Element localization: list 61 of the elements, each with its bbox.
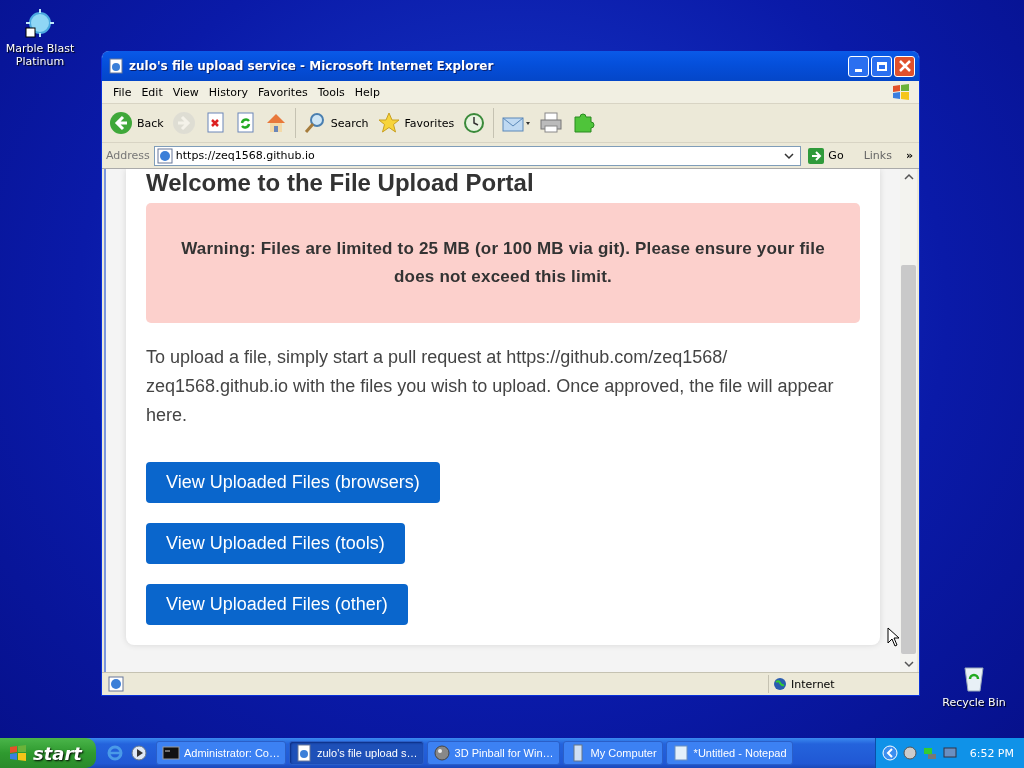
go-button[interactable]: Go	[805, 146, 846, 165]
windows-flag-icon	[891, 82, 911, 102]
maximize-button[interactable]	[871, 55, 892, 77]
scroll-down-icon	[903, 660, 914, 668]
desktop-icon[interactable]: Recycle Bin	[934, 662, 1014, 709]
favorites-button[interactable]: Favorites	[373, 109, 458, 137]
scrollbar-thumb[interactable]	[901, 265, 916, 654]
menu-item[interactable]: History	[203, 85, 253, 99]
instructions-text: To upload a file, simply start a pull request at https://github.com/zeq1568/ zeq1568.github.io with the files you wish to upload. Once approved, the file will appear here.	[146, 346, 835, 427]
back-button[interactable]: Back	[106, 109, 167, 137]
console-icon	[162, 744, 180, 762]
scrollbar[interactable]	[900, 169, 917, 672]
taskbar-button[interactable]: Administrator: Co…	[156, 741, 286, 765]
clock-icon	[462, 111, 487, 135]
browser-page-icon	[108, 58, 124, 74]
search-button[interactable]: Search	[299, 109, 372, 137]
taskbar-button[interactable]: 3D Pinball for Win…	[426, 741, 560, 765]
ball-icon	[432, 744, 451, 762]
chevron-left-icon[interactable]	[881, 745, 898, 761]
dropdown-caret-icon	[784, 151, 795, 160]
more-button[interactable]: »	[905, 149, 913, 162]
printer-icon	[539, 111, 564, 135]
close-icon	[898, 60, 911, 72]
page-icon	[156, 147, 173, 164]
desktop-icon[interactable]: Marble Blast Platinum	[0, 8, 80, 68]
globe-icon	[773, 677, 787, 691]
crystal-ball-icon	[24, 8, 56, 40]
windows-flag-icon	[8, 743, 28, 763]
minimize-button[interactable]	[848, 55, 869, 77]
browser-page-icon	[295, 744, 313, 762]
menu-item[interactable]: Help	[349, 85, 385, 99]
address-field[interactable]: https://zeq1568.github.io	[153, 145, 802, 166]
close-button[interactable]	[894, 55, 915, 77]
menu-item[interactable]: Edit	[136, 85, 168, 99]
url-input[interactable]: https://zeq1568.github.io	[175, 149, 782, 162]
taskbar-button[interactable]: zulo's file upload s…	[289, 741, 424, 765]
taskbar-button[interactable]: My Computer	[562, 741, 663, 765]
search-icon	[302, 111, 327, 135]
clock: 6:52 PM	[969, 746, 1014, 760]
browser-e-icon[interactable]	[106, 744, 124, 762]
page-heading: Welcome to the File Upload Portal	[146, 169, 535, 197]
star-icon	[376, 111, 401, 135]
zone-label: Internet	[791, 677, 835, 691]
monitor-icon[interactable]	[941, 745, 958, 761]
start-button[interactable]: start	[0, 738, 96, 768]
view-files-button[interactable]: View Uploaded Files (tools)	[146, 523, 405, 564]
menu-item[interactable]: Tools	[312, 85, 350, 99]
menu-item[interactable]: Favorites	[253, 85, 313, 99]
media-player-icon[interactable]	[130, 744, 148, 762]
address-label: Address	[106, 149, 150, 162]
view-files-button[interactable]: View Uploaded Files (browsers)	[146, 462, 440, 503]
links-label[interactable]: Links	[863, 149, 892, 162]
page-icon	[108, 676, 124, 692]
puzzle-piece-icon	[571, 111, 596, 135]
window-title: zulo's file upload service - Microsoft Internet Explorer	[129, 59, 495, 73]
warning-message: Warning: Files are limited to 25 MB (or 100 MB via git). Please ensure your file does not exceed this limit.	[146, 203, 860, 323]
view-files-button[interactable]: View Uploaded Files (other)	[146, 584, 408, 625]
taskbar-button[interactable]: *Untitled - Notepad	[665, 741, 793, 765]
menu-item[interactable]: File	[108, 85, 137, 99]
menu-item[interactable]: View	[167, 85, 204, 99]
scroll-up-icon	[903, 173, 914, 181]
